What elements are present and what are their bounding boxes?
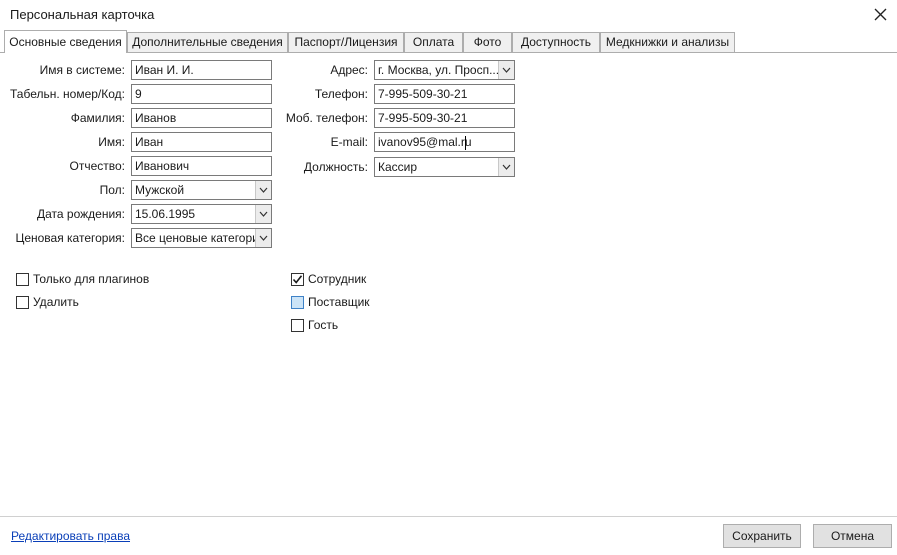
chevron-down-icon[interactable] bbox=[255, 205, 271, 223]
cancel-button[interactable]: Отмена bbox=[813, 524, 892, 548]
phone-label: Телефон: bbox=[314, 87, 368, 101]
tab-payment[interactable]: Оплата bbox=[404, 32, 463, 52]
edit-rights-link[interactable]: Редактировать права bbox=[11, 529, 130, 543]
tab-additional-info[interactable]: Дополнительные сведения bbox=[127, 32, 288, 52]
first-name-input[interactable]: Иван bbox=[131, 132, 272, 152]
save-button[interactable]: Сохранить bbox=[723, 524, 801, 548]
tab-medical-books[interactable]: Медкнижки и анализы bbox=[600, 32, 735, 52]
email-value: ivanov95@mal.ru bbox=[378, 135, 472, 149]
mobile-phone-input[interactable]: 7-995-509-30-21 bbox=[374, 108, 515, 128]
patronymic-label: Отчество: bbox=[69, 159, 126, 173]
close-icon[interactable] bbox=[869, 3, 891, 25]
gender-select[interactable]: Мужской bbox=[131, 180, 272, 200]
birth-date-picker[interactable]: 15.06.1995 bbox=[131, 204, 272, 224]
birth-date-label: Дата рождения: bbox=[37, 207, 125, 221]
guest-checkbox[interactable] bbox=[291, 319, 304, 332]
delete-label: Удалить bbox=[33, 295, 79, 309]
last-name-label: Фамилия: bbox=[70, 111, 125, 125]
checkmark-icon bbox=[292, 275, 303, 284]
tab-main-info[interactable]: Основные сведения bbox=[4, 30, 127, 53]
chevron-down-icon[interactable] bbox=[255, 181, 271, 199]
birth-date-value: 15.06.1995 bbox=[135, 207, 196, 221]
plugins-only-checkbox[interactable] bbox=[16, 273, 29, 286]
login-name-label: Имя в системе: bbox=[39, 63, 125, 77]
text-cursor bbox=[465, 136, 466, 150]
price-category-value: Все ценовые категории bbox=[135, 231, 266, 245]
address-label: Адрес: bbox=[330, 63, 368, 77]
tab-photo[interactable]: Фото bbox=[463, 32, 512, 52]
title-bar: Персональная карточка bbox=[0, 0, 897, 28]
price-category-select[interactable]: Все ценовые категории bbox=[131, 228, 272, 248]
phone-input[interactable]: 7-995-509-30-21 bbox=[374, 84, 515, 104]
email-label: E-mail: bbox=[330, 135, 368, 149]
window-title: Персональная карточка bbox=[10, 7, 155, 22]
personnel-number-input[interactable]: 9 bbox=[131, 84, 272, 104]
position-select[interactable]: Кассир bbox=[374, 157, 515, 177]
chevron-down-icon[interactable] bbox=[498, 61, 514, 79]
last-name-input[interactable]: Иванов bbox=[131, 108, 272, 128]
plugins-only-label: Только для плагинов bbox=[33, 272, 150, 286]
personnel-number-label: Табельн. номер/Код: bbox=[10, 87, 125, 101]
guest-label: Гость bbox=[308, 318, 339, 332]
tab-passport-license[interactable]: Паспорт/Лицензия bbox=[288, 32, 404, 52]
delete-checkbox[interactable] bbox=[16, 296, 29, 309]
first-name-label: Имя: bbox=[98, 135, 125, 149]
chevron-down-icon[interactable] bbox=[255, 229, 271, 247]
gender-label: Пол: bbox=[99, 183, 125, 197]
position-value: Кассир bbox=[378, 160, 418, 174]
employee-label: Сотрудник bbox=[308, 272, 367, 286]
address-select[interactable]: г. Москва, ул. Просп... bbox=[374, 60, 515, 80]
chevron-down-icon[interactable] bbox=[498, 158, 514, 176]
mobile-phone-label: Моб. телефон: bbox=[285, 111, 368, 125]
patronymic-input[interactable]: Иванович bbox=[131, 156, 272, 176]
tab-availability[interactable]: Доступность bbox=[512, 32, 600, 52]
price-category-label: Ценовая категория: bbox=[15, 231, 125, 245]
supplier-label: Поставщик bbox=[308, 295, 370, 309]
email-input[interactable]: ivanov95@mal.ru bbox=[374, 132, 515, 152]
footer-divider bbox=[0, 516, 897, 517]
supplier-checkbox[interactable] bbox=[291, 296, 304, 309]
tab-strip-border bbox=[0, 52, 897, 53]
login-name-input[interactable]: Иван И. И. bbox=[131, 60, 272, 80]
address-value: г. Москва, ул. Просп... bbox=[378, 63, 500, 77]
position-label: Должность: bbox=[303, 160, 368, 174]
gender-value: Мужской bbox=[135, 183, 185, 197]
employee-checkbox[interactable] bbox=[291, 273, 304, 286]
